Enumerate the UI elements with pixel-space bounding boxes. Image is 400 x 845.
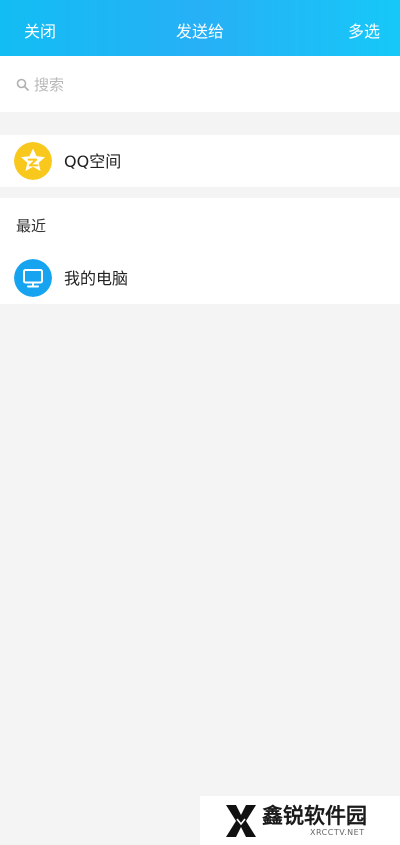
search-input[interactable]: 搜索	[34, 56, 64, 112]
search-icon	[16, 78, 29, 91]
qzone-star-icon	[14, 142, 52, 180]
qzone-label: QQ空间	[64, 152, 122, 171]
close-button[interactable]: 关闭	[24, 0, 56, 56]
list-item-my-computer[interactable]: 我的电脑	[0, 254, 400, 304]
page-title: 发送给	[175, 22, 224, 41]
watermark-logo: 鑫锐软件园 XRCCTV.NET	[200, 796, 400, 845]
qzone-item[interactable]: QQ空间	[0, 135, 400, 187]
monitor-icon	[14, 259, 52, 297]
my-computer-label: 我的电脑	[64, 269, 129, 288]
watermark-site: XRCCTV.NET	[310, 828, 365, 837]
recent-title: 最近	[16, 217, 47, 235]
title-bar: 发送给 关闭 多选	[0, 0, 400, 56]
multi-select-button[interactable]: 多选	[348, 0, 380, 56]
watermark-name: 鑫锐软件园	[262, 804, 367, 828]
x-logo-icon	[226, 805, 256, 837]
search-bar[interactable]: 搜索	[0, 56, 400, 112]
recent-section: 最近 我的电脑	[0, 198, 400, 304]
